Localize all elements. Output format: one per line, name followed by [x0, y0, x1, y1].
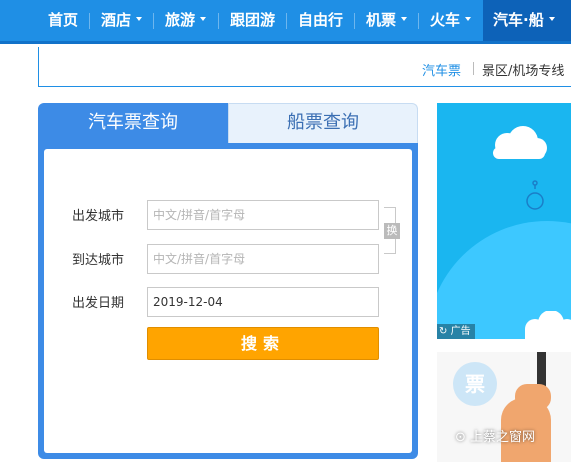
wechat-icon: ⊙: [455, 430, 466, 445]
chevron-down-icon: [548, 16, 555, 21]
search-button[interactable]: 搜索: [147, 327, 379, 360]
chevron-down-icon: [465, 16, 472, 21]
ticket-bubble-icon: 票: [453, 362, 497, 406]
cloud-icon: [493, 126, 547, 159]
chevron-down-icon: [136, 16, 143, 21]
nav-item-label: 火车: [430, 11, 461, 29]
nav-item-label: 自由行: [298, 11, 344, 29]
nav-item-travel[interactable]: 旅游: [165, 0, 207, 41]
departure-date-label: 出发日期: [72, 296, 125, 311]
ad-icon: ↻: [439, 326, 448, 337]
swap-cities-button[interactable]: 换: [384, 223, 400, 239]
nav-item-hotel[interactable]: 酒店: [101, 0, 143, 41]
watermark-text: 上蔡之窗网: [470, 430, 536, 445]
nav-item-group-tour[interactable]: 跟团游: [230, 0, 275, 41]
subnav-divider: [473, 62, 474, 75]
subnav-link-bus-ticket[interactable]: 汽车票: [422, 60, 461, 79]
nav-divider: [89, 13, 90, 29]
chevron-down-icon: [200, 16, 207, 21]
tab-ship-ticket-search[interactable]: 船票查询: [228, 103, 418, 143]
nav-item-label: 汽车·船: [493, 11, 544, 29]
ad-tag-label: 广告: [450, 326, 471, 337]
nav-divider: [286, 13, 287, 29]
arrival-city-label: 到达城市: [72, 253, 125, 268]
search-form-frame: 出发城市 换 到达城市 出发日期 搜索: [38, 143, 418, 459]
nav-item-label: 机票: [366, 11, 397, 29]
page: 首页 酒店 旅游 跟团游 自由行 机票 火车 汽车·船 汽车票 景区/机场专线 …: [0, 0, 571, 462]
ad-tag: ↻ 广告: [437, 324, 475, 339]
arrival-city-input[interactable]: [147, 244, 379, 274]
departure-city-input[interactable]: [147, 200, 379, 230]
tab-bus-ticket-search[interactable]: 汽车票查询: [38, 103, 228, 143]
ad-banner-bottom[interactable]: 票: [437, 352, 571, 462]
watermark: ⊙ 上蔡之窗网: [455, 426, 535, 445]
nav-divider: [218, 13, 219, 29]
chevron-down-icon: [401, 16, 408, 21]
ad-banner-top[interactable]: ↻ 广告: [437, 103, 571, 339]
departure-date-input[interactable]: [147, 287, 379, 317]
cloud-icon: [525, 311, 571, 339]
nav-item-label: 酒店: [101, 11, 132, 29]
nav-item-train[interactable]: 火车: [430, 0, 472, 41]
ticket-bubble-glyph: 票: [465, 372, 485, 396]
top-nav: 首页 酒店 旅游 跟团游 自由行 机票 火车 汽车·船: [0, 0, 571, 44]
departure-city-label: 出发城市: [72, 209, 125, 224]
nav-item-free-travel[interactable]: 自由行: [298, 0, 343, 41]
nav-item-label: 跟团游: [230, 11, 276, 29]
nav-item-bus-ship[interactable]: 汽车·船: [483, 0, 571, 41]
compass-icon: [526, 180, 544, 210]
sub-nav: 汽车票 景区/机场专线: [38, 47, 571, 87]
search-form: 出发城市 换 到达城市 出发日期 搜索: [44, 149, 412, 453]
subnav-link-scenic-airport[interactable]: 景区/机场专线: [482, 60, 564, 79]
nav-divider: [418, 13, 419, 29]
nav-item-label: 旅游: [165, 11, 196, 29]
ticket-search-panel: 汽车票查询 船票查询 出发城市 换 到达城市 出发日期 搜索: [38, 103, 418, 459]
nav-item-home[interactable]: 首页: [48, 0, 78, 41]
nav-item-flights[interactable]: 机票: [366, 0, 408, 41]
nav-divider: [354, 13, 355, 29]
nav-item-label: 首页: [48, 11, 79, 29]
nav-divider: [153, 13, 154, 29]
